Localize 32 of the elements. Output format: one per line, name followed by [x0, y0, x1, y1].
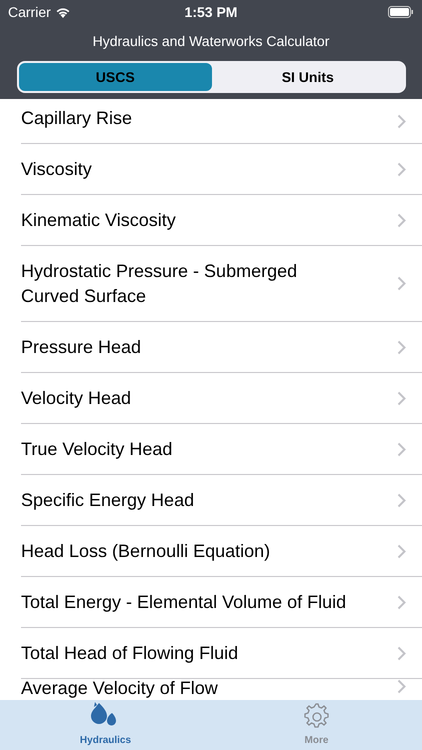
list-item[interactable]: Viscosity — [21, 144, 422, 195]
list-item[interactable]: Velocity Head — [21, 373, 422, 424]
list-item[interactable]: Pressure Head — [21, 322, 422, 373]
chevron-icon — [397, 340, 406, 354]
list-item[interactable]: True Velocity Head — [21, 424, 422, 475]
chevron-icon — [397, 390, 406, 406]
carrier-label: Carrier — [8, 2, 51, 22]
list-item[interactable]: Average Velocity of Flow — [21, 679, 422, 700]
chevron-icon — [397, 212, 406, 228]
chevron-icon — [397, 492, 406, 508]
tab-bar-item[interactable]: Hydraulics — [0, 700, 211, 750]
chevron-icon — [397, 276, 406, 291]
segment-tab[interactable]: SI Units — [212, 63, 404, 91]
chevron-icon — [397, 679, 406, 694]
segment-tab[interactable]: USCS — [19, 63, 212, 91]
list-item[interactable]: Total Head of Flowing Fluid — [21, 628, 422, 679]
list-item[interactable]: Capillary Rise — [21, 99, 422, 144]
chevron-icon — [397, 646, 406, 660]
battery-icon — [388, 6, 414, 18]
list-item[interactable]: Kinematic Viscosity — [21, 195, 422, 246]
list-item[interactable]: Head Loss (Bernoulli Equation) — [21, 526, 422, 577]
list-item[interactable]: Total Energy - Elemental Volume of Fluid — [21, 577, 422, 628]
list-item[interactable]: Hydrostatic Pressure - Submerged Curved Surface — [21, 246, 422, 322]
chevron-icon — [397, 594, 406, 610]
screen-title: Hydraulics and Waterworks Calculator — [92, 32, 330, 51]
list-item[interactable]: Specific Energy Head — [21, 475, 422, 526]
chevron-icon — [397, 442, 406, 456]
chevron-icon — [397, 162, 406, 176]
status-time: 1:53 PM — [184, 4, 238, 20]
chevron-icon — [397, 114, 406, 128]
wifi-icon — [54, 6, 71, 18]
chevron-icon — [397, 544, 406, 558]
